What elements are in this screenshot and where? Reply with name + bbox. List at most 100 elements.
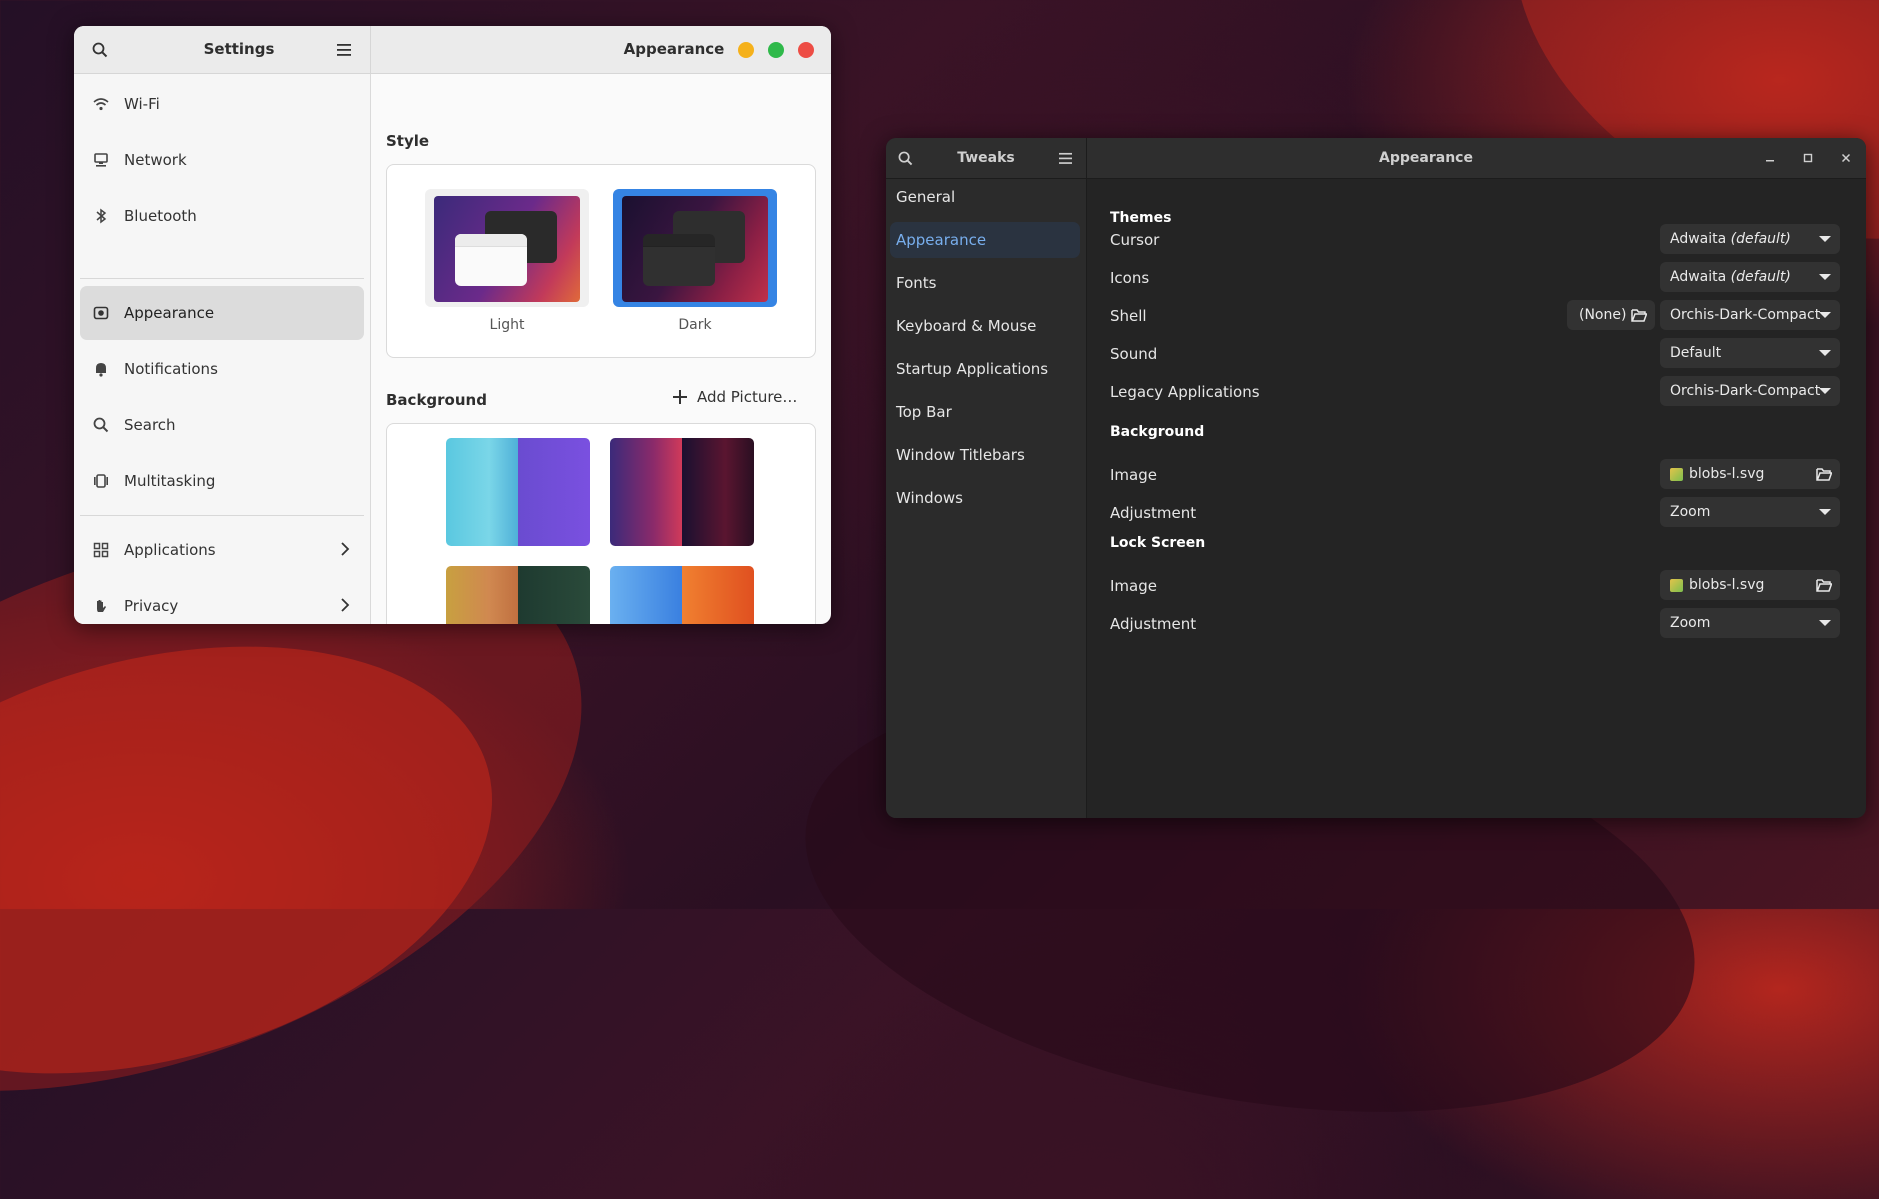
shell-theme-dropdown[interactable]: Orchis-Dark-Compact [1660,300,1840,330]
settings-headerbar: Settings Appearance [74,26,831,74]
dropdown-suffix: (default) [1730,269,1791,285]
lock-screen-adjustment-dropdown[interactable]: Zoom [1660,608,1840,638]
dropdown-arrow-icon [1819,312,1831,318]
folder-open-icon [1816,468,1832,481]
wallpaper-thumbnail[interactable] [446,566,590,624]
wallpaper-thumbnail[interactable] [610,566,754,624]
file-name: blobs-l.svg [1689,577,1765,593]
plus-icon [673,390,687,404]
dropdown-value: Adwaita [1670,231,1727,247]
sidebar-item-applications[interactable]: Applications [80,523,364,577]
sound-theme-dropdown[interactable]: Default [1660,338,1840,368]
sidebar-item-keyboard-mouse[interactable]: Keyboard & Mouse [890,308,1080,344]
close-icon [1841,153,1851,163]
dropdown-value: Orchis-Dark-Compact [1670,307,1820,323]
style-option-dark[interactable]: Dark [613,189,777,339]
close-button[interactable] [798,42,814,58]
shell-file-chooser-button[interactable]: (None) [1567,300,1655,330]
legacy-theme-dropdown[interactable]: Orchis-Dark-Compact [1660,376,1840,406]
dropdown-value: Default [1670,345,1722,361]
tweaks-appearance-panel: Themes Cursor Adwaita (default) Icons Ad… [1087,179,1866,818]
lock-screen-image-label: Image [1110,577,1157,595]
sidebar-item-network[interactable]: Network [80,133,364,187]
minimize-button[interactable] [1760,148,1780,168]
dropdown-value: Zoom [1670,615,1711,631]
file-name: blobs-l.svg [1689,466,1765,482]
cursor-theme-dropdown[interactable]: Adwaita (default) [1660,224,1840,254]
sidebar-divider [80,278,364,279]
main-menu-button[interactable] [332,38,356,62]
sidebar-item-search[interactable]: Search [80,398,364,452]
dropdown-value: Zoom [1670,504,1711,520]
settings-window: Settings Appearance Wi-Fi Network Blueto… [74,26,831,624]
sound-label: Sound [1110,345,1158,363]
sidebar-item-bluetooth[interactable]: Bluetooth [80,189,364,243]
minimize-button[interactable] [738,42,754,58]
bluetooth-icon [92,207,110,225]
hamburger-icon [337,44,351,56]
tweaks-sidebar: General Appearance Fonts Keyboard & Mous… [886,179,1087,818]
multitasking-icon [92,472,110,490]
sidebar-item-window-titlebars[interactable]: Window Titlebars [890,437,1080,473]
apps-grid-icon [92,541,110,559]
image-file-icon [1670,467,1683,481]
background-adjustment-dropdown[interactable]: Zoom [1660,497,1840,527]
search-button[interactable] [88,38,112,62]
sidebar-item-appearance[interactable]: Appearance [890,222,1080,258]
sidebar-item-appearance[interactable]: Appearance [80,286,364,340]
sidebar-item-notifications[interactable]: Notifications [80,342,364,396]
wifi-icon [92,95,110,113]
sidebar-item-privacy[interactable]: Privacy [80,579,364,624]
icons-label: Icons [1110,269,1150,287]
add-picture-button[interactable]: Add Picture… [673,388,797,406]
icon-theme-dropdown[interactable]: Adwaita (default) [1660,262,1840,292]
style-card: Light Dark [386,164,816,358]
close-button[interactable] [1836,148,1856,168]
appearance-panel: Style Light Dark Background Add Picture… [371,74,831,624]
background-image-chooser[interactable]: blobs-l.svg [1660,459,1840,489]
sidebar-item-label: Privacy [124,597,179,615]
search-button[interactable] [894,147,916,169]
background-section-label: Background [386,391,487,409]
shell-file-value: (None) [1579,307,1627,323]
search-icon [92,42,108,58]
sidebar-item-multitasking[interactable]: Multitasking [80,454,364,508]
wallpaper-thumbnail[interactable] [446,438,590,546]
lock-screen-image-chooser[interactable]: blobs-l.svg [1660,570,1840,600]
dropdown-arrow-icon [1819,236,1831,242]
maximize-button[interactable] [768,42,784,58]
folder-open-icon [1631,309,1647,322]
style-option-label: Light [489,317,525,333]
main-menu-button[interactable] [1054,147,1076,169]
minimize-icon [1766,160,1774,162]
background-heading: Background [1110,424,1205,440]
sidebar-item-label: Network [124,151,187,169]
style-option-light[interactable]: Light [425,189,589,339]
dropdown-arrow-icon [1819,620,1831,626]
dropdown-arrow-icon [1819,509,1831,515]
sidebar-item-top-bar[interactable]: Top Bar [890,394,1080,430]
sidebar-item-wifi[interactable]: Wi-Fi [80,77,364,131]
background-image-label: Image [1110,466,1157,484]
dropdown-arrow-icon [1819,388,1831,394]
dropdown-value: Orchis-Dark-Compact [1670,383,1820,399]
lock-screen-adjustment-label: Adjustment [1110,615,1197,633]
sidebar-item-general[interactable]: General [890,179,1080,215]
image-file-icon [1670,578,1683,592]
add-picture-label: Add Picture… [697,388,798,406]
dropdown-suffix: (default) [1730,231,1791,247]
lock-screen-heading: Lock Screen [1110,535,1206,551]
page-title: Appearance [1379,150,1473,166]
settings-title: Settings [203,40,275,58]
sidebar-item-label: Applications [124,541,216,559]
sidebar-item-windows[interactable]: Windows [890,480,1080,516]
wallpaper-thumbnail[interactable] [610,438,754,546]
style-option-label: Dark [678,317,712,333]
maximize-icon [1803,153,1813,163]
sidebar-item-startup-applications[interactable]: Startup Applications [890,351,1080,387]
dropdown-arrow-icon [1819,274,1831,280]
search-icon [92,416,110,434]
sidebar-item-label: Search [124,416,176,434]
sidebar-item-fonts[interactable]: Fonts [890,265,1080,301]
maximize-button[interactable] [1798,148,1818,168]
